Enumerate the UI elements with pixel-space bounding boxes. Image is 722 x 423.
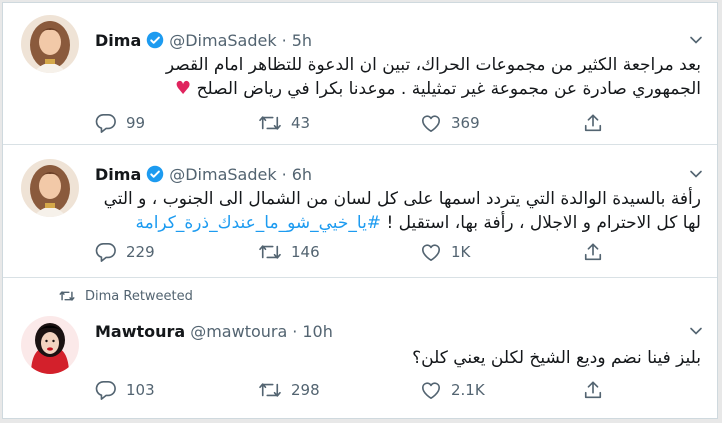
tweet-header: Dima @DimaSadek · 6h — [95, 163, 312, 185]
reply-count: 99 — [126, 114, 146, 132]
retweet-count: 146 — [291, 243, 320, 261]
reply-button[interactable]: 103 — [95, 379, 155, 401]
user-handle[interactable]: @mawtoura — [190, 322, 287, 341]
retweet-icon — [59, 291, 75, 301]
tweet-text: بليز فينا نضم وديع الشيخ لكلن يعني كلن؟ — [95, 346, 701, 370]
tweet-text-segment: الجمهوري صادرة عن مجموعة غير تمثيلية . م… — [196, 79, 701, 99]
like-count: 1K — [451, 243, 471, 261]
tweet-header: Mawtoura @mawtoura · 10h — [95, 320, 333, 342]
timestamp[interactable]: 10h — [302, 322, 333, 341]
reply-icon — [95, 114, 116, 133]
user-handle[interactable]: @DimaSadek — [169, 165, 276, 184]
share-icon — [584, 381, 602, 399]
retweeted-by-label[interactable]: Dima Retweeted — [85, 289, 193, 304]
tweet-1[interactable]: Dima @DimaSadek · 5h بعد مراجعة الكثير م… — [3, 3, 717, 145]
like-count: 369 — [451, 114, 480, 132]
like-button[interactable]: 1K — [420, 241, 470, 263]
verified-badge-icon — [146, 165, 164, 183]
separator-dot: · — [281, 164, 287, 184]
retweeted-banner: Dima Retweeted — [59, 287, 193, 305]
timestamp[interactable]: 5h — [292, 31, 312, 50]
tweet-3[interactable]: Dima Retweeted Mawtoura @mawtoura · 10h — [3, 278, 717, 418]
separator-dot: · — [292, 321, 298, 341]
retweet-count: 298 — [291, 381, 320, 399]
share-icon — [584, 243, 602, 261]
reply-button[interactable]: 99 — [95, 112, 145, 134]
retweet-button[interactable]: 298 — [258, 379, 320, 401]
tweet-text-segment: لها كل الاحترام و الاجلال ، رأفة بها، اس… — [381, 213, 701, 233]
heart-icon — [422, 115, 440, 132]
tweet-text-line: الجمهوري صادرة عن مجموعة غير تمثيلية . م… — [95, 77, 701, 101]
heart-icon — [422, 244, 440, 261]
timestamp[interactable]: 6h — [292, 165, 312, 184]
avatar[interactable] — [21, 316, 79, 374]
woman-portrait-icon — [21, 159, 79, 217]
tweet-text-line: بعد مراجعة الكثير من مجموعات الحراك، تبي… — [165, 55, 701, 75]
tweet-actions: 99 43 369 — [95, 112, 615, 134]
hashtag-link[interactable]: #يا_خيي_شو_ما_عندك_ذرة_كرامة — [135, 213, 381, 233]
tweet-2[interactable]: Dima @DimaSadek · 6h رأفة بالسيدة الوالد… — [3, 145, 717, 278]
share-button[interactable] — [583, 379, 603, 401]
tweet-text: بعد مراجعة الكثير من مجموعات الحراك، تبي… — [95, 53, 701, 101]
user-handle[interactable]: @DimaSadek — [169, 31, 276, 50]
heart-icon — [422, 382, 440, 399]
display-name[interactable]: Mawtoura — [95, 322, 185, 341]
reply-icon — [95, 243, 116, 262]
like-button[interactable]: 2.1K — [420, 379, 485, 401]
verified-badge-icon — [146, 31, 164, 49]
tweet-text-line: لها كل الاحترام و الاجلال ، رأفة بها، اس… — [95, 211, 701, 235]
retweet-button[interactable]: 146 — [258, 241, 320, 263]
chevron-down-icon[interactable] — [689, 167, 703, 181]
avatar[interactable] — [21, 159, 79, 217]
reply-count: 103 — [126, 381, 155, 399]
display-name[interactable]: Dima — [95, 31, 141, 50]
retweet-count: 43 — [291, 114, 311, 132]
share-button[interactable] — [583, 112, 603, 134]
chevron-down-icon[interactable] — [689, 33, 703, 47]
woman-portrait-icon — [21, 15, 79, 73]
retweet-icon — [259, 383, 281, 397]
retweet-icon — [259, 245, 281, 259]
cartoon-woman-red-icon — [21, 316, 79, 374]
retweet-icon — [259, 116, 281, 130]
share-button[interactable] — [583, 241, 603, 263]
like-button[interactable]: 369 — [420, 112, 480, 134]
tweet-text: رأفة بالسيدة الوالدة التي يتردد اسمها عل… — [95, 187, 701, 235]
tweet-actions: 229 146 1K — [95, 241, 615, 263]
timeline: Dima @DimaSadek · 5h بعد مراجعة الكثير م… — [2, 2, 718, 419]
tweet-text-line: بليز فينا نضم وديع الشيخ لكلن يعني كلن؟ — [412, 348, 701, 368]
heart-emoji-icon: ♥ — [175, 78, 192, 99]
reply-button[interactable]: 229 — [95, 241, 155, 263]
tweet-header: Dima @DimaSadek · 5h — [95, 29, 312, 51]
avatar[interactable] — [21, 15, 79, 73]
reply-icon — [95, 381, 116, 400]
separator-dot: · — [281, 30, 287, 50]
display-name[interactable]: Dima — [95, 165, 141, 184]
like-count: 2.1K — [451, 381, 485, 399]
reply-count: 229 — [126, 243, 155, 261]
chevron-down-icon[interactable] — [689, 324, 703, 338]
tweet-text-line: رأفة بالسيدة الوالدة التي يتردد اسمها عل… — [103, 189, 701, 209]
share-icon — [584, 114, 602, 132]
retweet-button[interactable]: 43 — [258, 112, 310, 134]
tweet-actions: 103 298 2.1K — [95, 379, 615, 401]
